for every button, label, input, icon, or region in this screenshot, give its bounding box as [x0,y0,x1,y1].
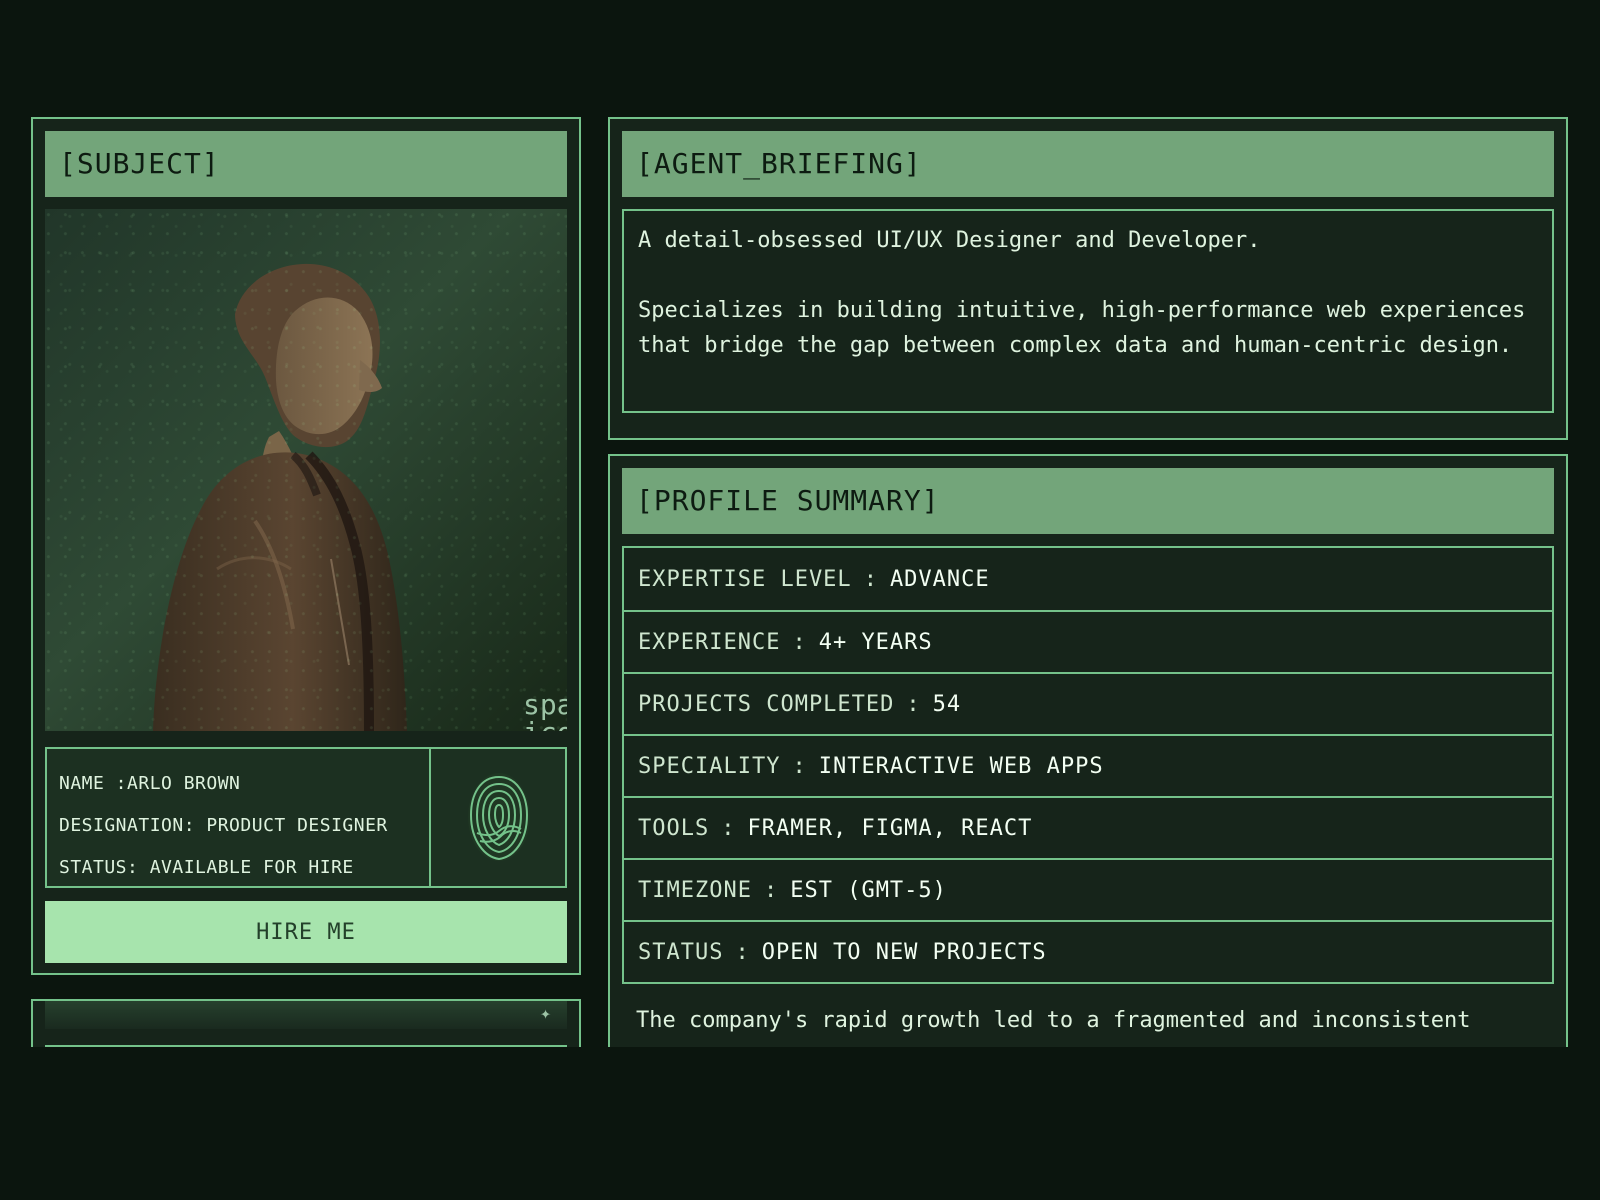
summary-label: EXPERIENCE [638,629,781,655]
sparkle-icon: sparkle-icon [523,688,567,732]
hire-me-button[interactable]: HIRE ME [45,901,567,963]
summary-separator: : [863,566,878,592]
summary-value: FRAMER, FIGMA, REACT [747,815,1033,841]
subject-portrait: sparkle-icon [45,209,567,731]
page: [SUBJECT] sp NAME:ARLO BROWN DESIGNATIO… [0,0,1600,1200]
agent-briefing-header: [AGENT_BRIEFING] [622,131,1554,197]
summary-label: EXPERTISE LEVEL [638,566,852,592]
summary-separator: : [792,753,807,779]
partial-portrait [45,1001,567,1029]
summary-label: PROJECTS COMPLETED [638,691,895,717]
profile-summary-header: [PROFILE SUMMARY] [622,468,1554,534]
summary-row-projects: PROJECTS COMPLETED : 54 [624,672,1552,734]
subject-info-lines: NAME :ARLO BROWN DESIGNATION: PRODUCT DE… [59,763,419,889]
partial-sparkle-icon: ✦ [540,1003,551,1024]
agent-briefing-text: A detail-obsessed UI/UX Designer and Dev… [622,209,1554,413]
summary-row-expertise: EXPERTISE LEVEL : ADVANCE [624,548,1552,610]
portrait-illustration [45,209,567,731]
summary-value: EST (GMT-5) [790,877,947,903]
subject-status: STATUS: AVAILABLE FOR HIRE [59,857,354,878]
fingerprint-box [429,749,565,886]
agent-briefing-panel: [AGENT_BRIEFING] A detail-obsessed UI/UX… [608,117,1568,440]
subject-designation: DESIGNATION: PRODUCT DESIGNER [59,815,388,836]
summary-value: 4+ YEARS [818,629,933,655]
summary-row-speciality: SPECIALITY : INTERACTIVE WEB APPS [624,734,1552,796]
profile-summary-table: EXPERTISE LEVEL : ADVANCE EXPERIENCE : 4… [622,546,1554,984]
summary-value: OPEN TO NEW PROJECTS [761,939,1047,965]
subject-name: NAME :ARLO BROWN [59,773,241,794]
summary-label: STATUS [638,939,724,965]
summary-value: INTERACTIVE WEB APPS [818,753,1104,779]
summary-value: 54 [932,691,962,717]
summary-row-experience: EXPERIENCE : 4+ YEARS [624,610,1552,672]
summary-label: TIMEZONE [638,877,752,903]
summary-label: TOOLS [638,815,710,841]
summary-separator: : [721,815,736,841]
summary-row-status: STATUS : OPEN TO NEW PROJECTS [624,920,1552,982]
subject-panel-partial: ✦ [31,999,581,1047]
fingerprint-icon [468,773,530,861]
summary-separator: : [792,629,807,655]
summary-separator: : [763,877,779,903]
subject-info-box: NAME :ARLO BROWN DESIGNATION: PRODUCT DE… [45,747,567,888]
partial-divider [45,1045,567,1047]
summary-row-tools: TOOLS : FRAMER, FIGMA, REACT [624,796,1552,858]
profile-summary-panel: [PROFILE SUMMARY] EXPERTISE LEVEL : ADVA… [608,454,1568,1047]
subject-panel: [SUBJECT] sp NAME:ARLO BROWN DESIGNATIO… [31,117,581,975]
summary-footer-text: The company's rapid growth led to a frag… [636,1008,1471,1033]
summary-label: SPECIALITY [638,753,781,779]
summary-separator: : [906,691,921,717]
summary-row-timezone: TIMEZONE : EST (GMT-5) [624,858,1552,920]
subject-header: [SUBJECT] [45,131,567,197]
summary-value: ADVANCE [889,566,990,592]
summary-separator: : [735,939,750,965]
